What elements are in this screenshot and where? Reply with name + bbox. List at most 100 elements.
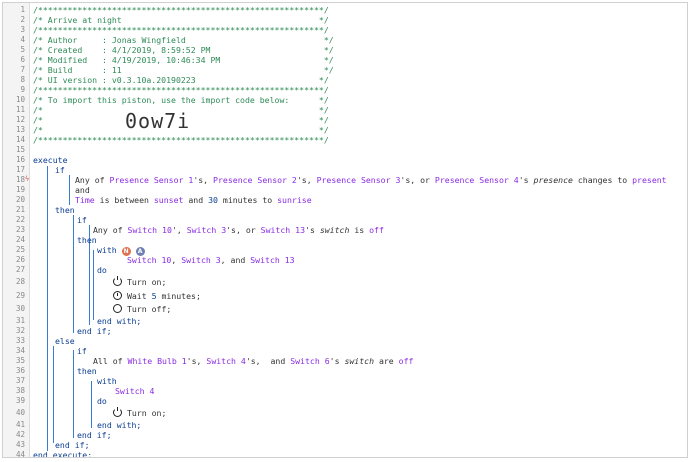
keyword-execute[interactable]: execute <box>33 155 68 165</box>
line-number: 28 <box>15 277 25 286</box>
header-title: /* Arrive at night */ <box>33 15 329 25</box>
indent-guide <box>93 250 94 320</box>
condition-all-off[interactable]: All of White Bulb 1's, Switch 4's, and S… <box>93 356 413 366</box>
keyword-then[interactable]: then <box>77 235 97 245</box>
task-turn-on[interactable]: Turn on; <box>113 276 166 287</box>
header-stars: /***************************************… <box>33 85 329 95</box>
task-wait[interactable]: Wait 5 minutes; <box>113 291 201 301</box>
indent-guide <box>47 166 48 451</box>
line-number: 2 <box>20 15 25 24</box>
keyword-then[interactable]: then <box>55 205 75 215</box>
operator-and[interactable]: and <box>75 185 90 195</box>
device-switch-13[interactable]: Switch 13 <box>261 225 305 235</box>
line-number: 16 <box>15 155 25 164</box>
power-icon <box>113 276 122 286</box>
keyword-end-if[interactable]: end if; <box>55 440 90 450</box>
device-presence-sensor-1[interactable]: Presence Sensor 1 <box>110 175 194 185</box>
indent-guide <box>69 175 70 205</box>
header-blank: /* */ <box>33 125 329 135</box>
line-number: 4 <box>20 35 25 44</box>
device-presence-sensor-2[interactable]: Presence Sensor 2 <box>213 175 297 185</box>
indent-guide <box>73 350 74 438</box>
keyword-do[interactable]: do <box>97 265 107 275</box>
with-device-switch-4[interactable]: Switch 4 <box>115 386 154 396</box>
device-switch-4[interactable]: Switch 4 <box>206 356 245 366</box>
power-icon <box>113 407 122 417</box>
line-number: 23 <box>15 225 25 234</box>
device-switch-3[interactable]: Switch 3 <box>187 225 226 235</box>
keyword-end-with[interactable]: end with; <box>97 316 141 326</box>
line-number: 3 <box>20 25 25 34</box>
line-number: 13 <box>15 125 25 134</box>
keyword-do[interactable]: do <box>97 396 107 406</box>
with-devices[interactable]: Switch 10, Switch 3, and Switch 13 <box>127 255 295 265</box>
header-stars: /***************************************… <box>33 135 329 145</box>
line-number-gutter: 1 2 3 4 5 6 7 8 9 10 11 12 13 14 15 16 17 18 19 20 21 22 23 24 2… <box>3 3 30 457</box>
line-number: 7 <box>20 65 25 74</box>
line-number: 42 <box>15 430 25 439</box>
line-number: 26 <box>15 255 25 264</box>
condition-time[interactable]: Time is between sunset and 30 minutes to… <box>75 195 312 205</box>
line-number: 15 <box>15 145 25 154</box>
keyword-end-execute[interactable]: end execute; <box>33 450 92 457</box>
device-presence-sensor-3[interactable]: Presence Sensor 3 <box>317 175 401 185</box>
keyword-if[interactable]: if <box>55 165 65 175</box>
line-number: 19 <box>15 185 25 194</box>
line-number: 9 <box>20 85 25 94</box>
line-number: 22 <box>15 215 25 224</box>
condition-switches[interactable]: Any of Switch 10', Switch 3's, or Switch… <box>93 225 384 235</box>
circle-icon <box>113 304 122 313</box>
header-ui-version: /* UI version : v0.3.10a.20190223 */ <box>33 75 329 85</box>
line-number: 11 <box>15 105 25 114</box>
device-white-bulb-1[interactable]: White Bulb 1 <box>128 356 187 366</box>
header-modified: /* Modified : 4/19/2019, 10:46:34 PM */ <box>33 55 334 65</box>
keyword-then[interactable]: then <box>77 366 97 376</box>
line-number: 30 <box>15 304 25 313</box>
device-switch-6[interactable]: Switch 6 <box>290 356 329 366</box>
line-number: 10 <box>15 95 25 104</box>
line-number: 32 <box>15 326 25 335</box>
task-turn-on[interactable]: Turn on; <box>113 407 166 418</box>
line-number: 35 <box>15 356 25 365</box>
task-turn-off[interactable]: Turn off; <box>113 304 171 314</box>
code-area: /***************************************… <box>33 3 687 457</box>
line-number: 27 <box>15 265 25 274</box>
header-build: /* Build : 11 */ <box>33 65 334 75</box>
line-number: 21 <box>15 205 25 214</box>
header-created: /* Created : 4/1/2019, 8:59:52 PM */ <box>33 45 334 55</box>
line-number: 34 <box>15 346 25 355</box>
line-number: 1 <box>20 5 25 14</box>
keyword-with[interactable]: with <box>97 376 117 386</box>
line-number: 12 <box>15 115 25 124</box>
keyword-if[interactable]: if <box>77 215 87 225</box>
line-number: 18 <box>15 175 25 184</box>
indent-guide <box>53 346 54 443</box>
device-switch-10[interactable]: Switch 10 <box>128 225 172 235</box>
line-number: 37 <box>15 376 25 385</box>
indent-guide <box>73 215 74 333</box>
lightning-icon: ϟ <box>25 175 30 183</box>
indent-guide <box>91 381 92 428</box>
keyword-end-with[interactable]: end with; <box>97 420 141 430</box>
keyword-end-if[interactable]: end if; <box>77 430 112 440</box>
line-number: 29 <box>15 291 25 300</box>
line-number: 25 <box>15 245 25 254</box>
line-number: 36 <box>15 366 25 375</box>
keyword-if[interactable]: if <box>77 346 87 356</box>
line-number: 41 <box>15 420 25 429</box>
keyword-end-if[interactable]: end if; <box>77 326 112 336</box>
line-number: 5 <box>20 45 25 54</box>
line-number: 38 <box>15 386 25 395</box>
header-stars: /***************************************… <box>33 5 329 15</box>
keyword-else[interactable]: else <box>55 336 75 346</box>
header-import-note: /* To import this piston, use the import… <box>33 95 329 105</box>
line-number: 44 <box>15 450 25 458</box>
device-presence-sensor-4[interactable]: Presence Sensor 4 <box>435 175 519 185</box>
condition-presence[interactable]: Any of Presence Sensor 1's, Presence Sen… <box>75 175 667 185</box>
line-number: 17 <box>15 165 25 174</box>
clock-icon <box>113 291 122 300</box>
line-number: 31 <box>15 316 25 325</box>
line-number: 33 <box>15 336 25 345</box>
line-number: 20 <box>15 195 25 204</box>
piston-code-editor: 1 2 3 4 5 6 7 8 9 10 11 12 13 14 15 16 17 18 19 20 21 22 23 24 2… <box>2 2 688 458</box>
